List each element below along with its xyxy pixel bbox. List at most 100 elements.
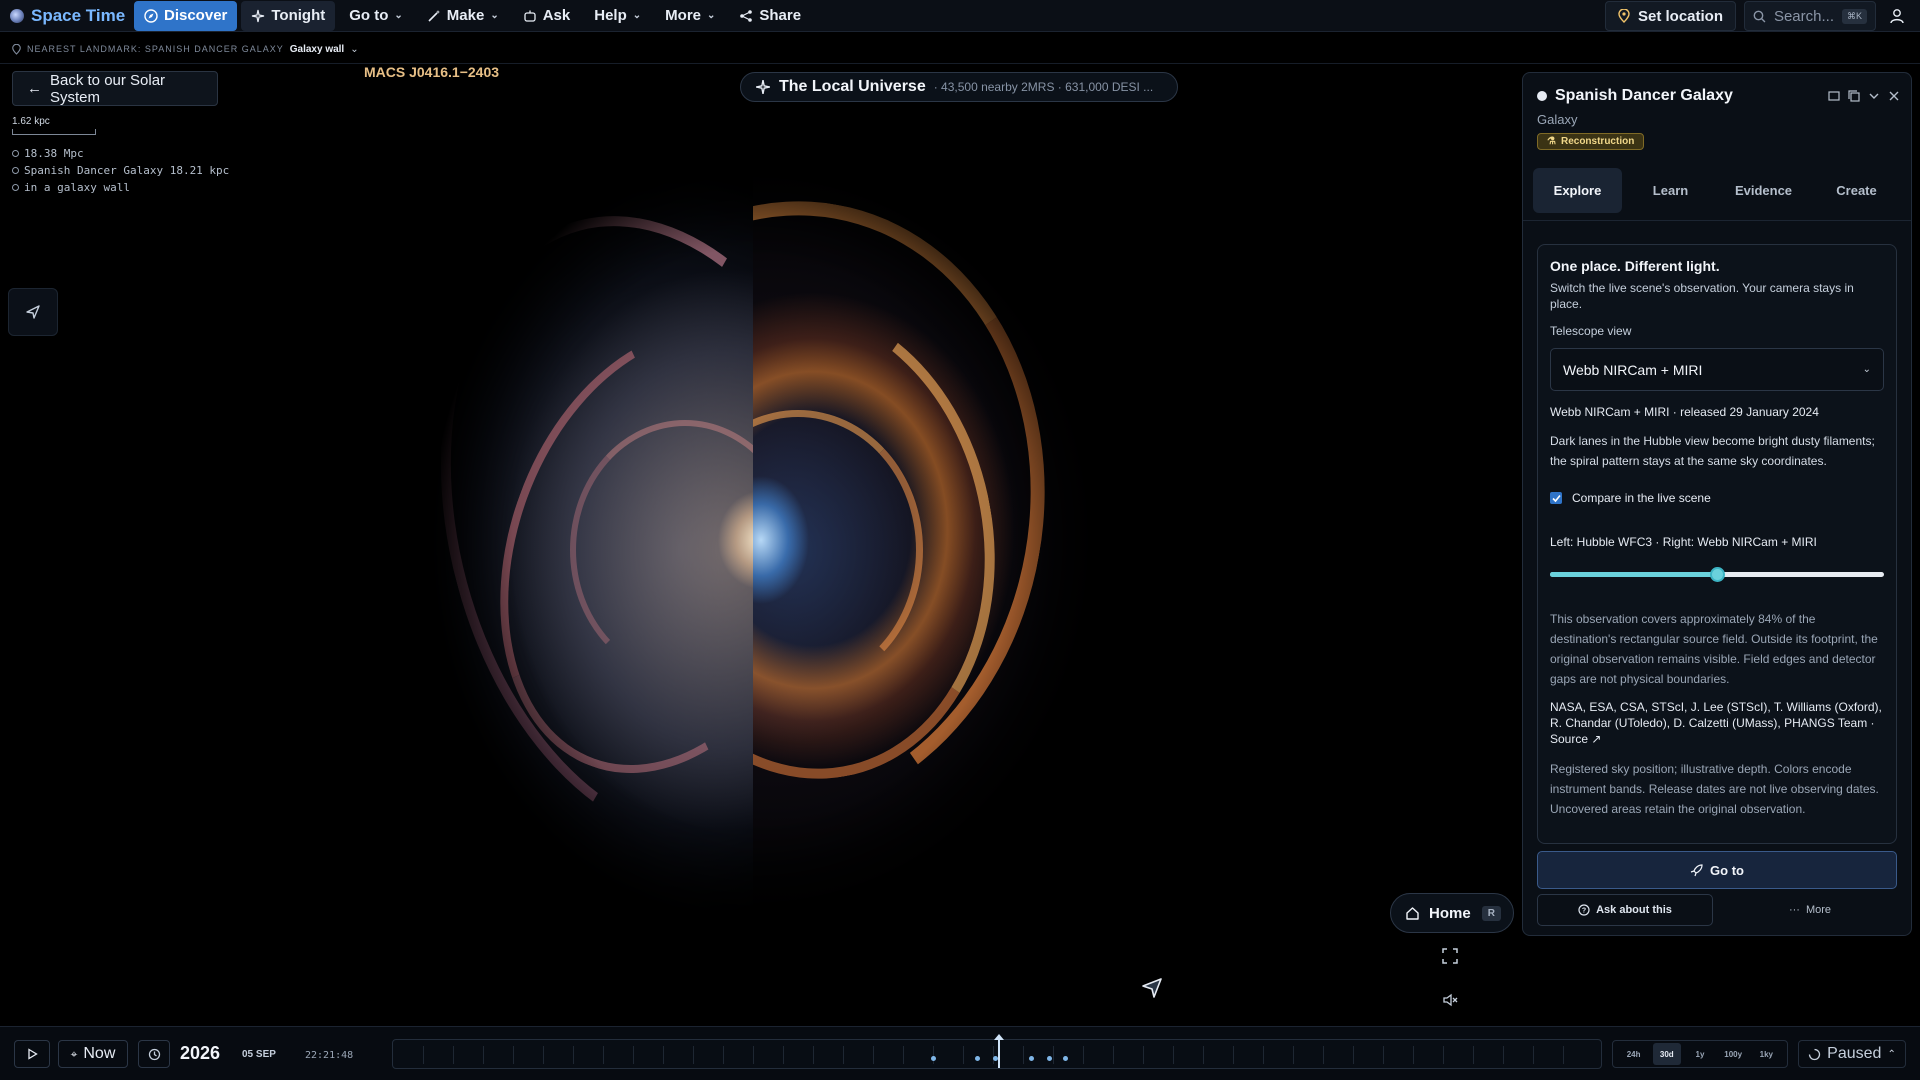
set-location-button[interactable]: Set location (1604, 1, 1736, 31)
timeline-event-marker[interactable] (975, 1056, 980, 1061)
tab-learn[interactable]: Learn (1626, 168, 1715, 213)
telescope-label: Telescope view (1550, 324, 1632, 338)
wand-icon (428, 9, 440, 22)
copy-icon[interactable] (1847, 89, 1861, 103)
badge-label: Reconstruction (1560, 136, 1635, 147)
landmark-value[interactable]: Galaxy wall (290, 44, 344, 55)
tab-explore[interactable]: Explore (1533, 168, 1622, 213)
ask-label: Ask about this (1596, 904, 1672, 916)
timeline-scrubber[interactable] (392, 1034, 1602, 1069)
field-label[interactable]: MACS J0416.1−2403 (364, 64, 499, 80)
timeline-tick (843, 1046, 844, 1064)
play-button[interactable] (14, 1040, 50, 1068)
divider (0, 63, 1920, 64)
timeline-event-marker[interactable] (993, 1056, 998, 1061)
fullscreen-icon (1442, 948, 1458, 964)
timeline-playhead[interactable] (994, 1034, 1004, 1068)
nav-goto-menu[interactable]: Go to ⌄ (339, 1, 413, 31)
home-button[interactable]: Home R (1390, 893, 1514, 933)
timeline-tick (573, 1046, 574, 1064)
back-to-solar-system-button[interactable]: ← Back to our Solar System (12, 71, 218, 106)
telescope-selected-value: Webb NIRCam + MIRI (1563, 361, 1703, 378)
timeline-tick (1113, 1046, 1114, 1064)
cursor-pointer-icon (1141, 977, 1163, 999)
home-shortcut: R (1481, 905, 1501, 921)
timeline-tick (1443, 1046, 1444, 1064)
range-1ky[interactable]: 1ky (1752, 1043, 1780, 1065)
timeline-tick (1473, 1046, 1474, 1064)
range-24h[interactable]: 24h (1620, 1043, 1648, 1065)
reconstruction-badge: ⚗ Reconstruction (1537, 133, 1645, 150)
mute-button[interactable] (1442, 992, 1460, 1010)
more-button[interactable]: ··· More (1723, 894, 1897, 926)
playback-status-button[interactable]: Paused ⌃ (1798, 1040, 1906, 1068)
fullscreen-button[interactable] (1442, 948, 1460, 966)
nav-discover-button[interactable]: Discover (134, 0, 238, 31)
timeline-event-marker[interactable] (1047, 1056, 1052, 1061)
range-1y[interactable]: 1y (1686, 1043, 1714, 1065)
nav-ask-label: Ask (542, 7, 571, 24)
compare-checkbox[interactable] (1550, 492, 1562, 504)
check-icon (1551, 494, 1561, 502)
tab-evidence[interactable]: Evidence (1719, 168, 1808, 213)
go-to-button[interactable]: Go to (1537, 851, 1897, 889)
app-name: Space Time (31, 5, 126, 25)
app-logo[interactable]: Space Time (0, 6, 130, 26)
split-label: Left: Hubble WFC3 · Right: Webb NIRCam +… (1550, 535, 1817, 549)
timeline-tick (1413, 1046, 1414, 1064)
flask-icon: ⚗ (1547, 136, 1556, 147)
ask-about-this-button[interactable]: ? Ask about this (1537, 894, 1713, 926)
chevron-down-icon: ⌄ (394, 10, 403, 21)
pointer-tool-button[interactable] (8, 288, 58, 336)
play-icon (28, 1048, 38, 1060)
close-icon[interactable] (1887, 89, 1901, 103)
now-button[interactable]: ⌖ Now (58, 1040, 128, 1068)
galaxy-scene[interactable] (400, 170, 1100, 910)
timeline-tick (1023, 1046, 1024, 1064)
search-shortcut: ⌘K (1841, 8, 1867, 24)
slider-thumb[interactable] (1710, 567, 1725, 582)
nav-ask-button[interactable]: Ask (513, 1, 581, 31)
timeline-event-marker[interactable] (1029, 1056, 1034, 1061)
compare-slider[interactable] (1550, 567, 1884, 582)
timeline-tick (1563, 1046, 1564, 1064)
source-link[interactable]: Source ↗ (1550, 732, 1601, 746)
chevron-up-icon: ⌃ (1887, 1048, 1896, 1060)
nav-share-button[interactable]: Share (729, 1, 811, 31)
timeline-event-marker[interactable] (931, 1056, 936, 1061)
history-button[interactable] (138, 1040, 170, 1068)
card-lead: Switch the live scene's observation. You… (1550, 281, 1854, 311)
telescope-select[interactable]: Webb NIRCam + MIRI ⌄ (1550, 348, 1884, 391)
timeline-tick (1053, 1046, 1054, 1064)
tab-create[interactable]: Create (1812, 168, 1901, 213)
home-icon (1406, 906, 1419, 920)
svg-text:?: ? (1582, 908, 1586, 915)
account-button[interactable] (1884, 3, 1910, 29)
timeline-tick (423, 1046, 424, 1064)
timeline-event-marker[interactable] (1063, 1056, 1068, 1061)
compare-toggle[interactable]: Compare in the live scene (1550, 491, 1884, 505)
panel-title: Spanish Dancer Galaxy (1555, 87, 1733, 104)
search-input[interactable]: Search... ⌘K (1744, 1, 1876, 31)
sparkle-icon (252, 9, 265, 22)
arrow-left-icon: ← (27, 80, 42, 97)
universe-info-pill[interactable]: The Local Universe · 43,500 nearby 2MRS … (740, 72, 1178, 102)
nav-more-menu[interactable]: More ⌄ (655, 1, 725, 31)
nav-make-menu[interactable]: Make ⌄ (417, 1, 509, 31)
chevron-down-icon[interactable]: ⌄ (350, 44, 359, 55)
card-content[interactable]: One place. Different light. Switch the l… (1538, 245, 1896, 832)
object-dot-icon (1537, 91, 1547, 101)
nav-help-menu[interactable]: Help ⌄ (584, 1, 651, 31)
pin-icon[interactable] (1827, 89, 1841, 103)
timeline-tick (603, 1046, 604, 1064)
timeline-tick (753, 1046, 754, 1064)
nav-tonight-button[interactable]: Tonight (241, 0, 336, 31)
chevron-down-icon[interactable] (1867, 89, 1881, 103)
timeline-tick (1083, 1046, 1084, 1064)
timeline-tick (903, 1046, 904, 1064)
range-100y[interactable]: 100y (1719, 1043, 1747, 1065)
back-button-label: Back to our Solar System (50, 71, 166, 106)
search-placeholder: Search... (1773, 7, 1834, 25)
range-30d[interactable]: 30d (1652, 1043, 1681, 1065)
target-icon: ⌖ (70, 1046, 78, 1061)
